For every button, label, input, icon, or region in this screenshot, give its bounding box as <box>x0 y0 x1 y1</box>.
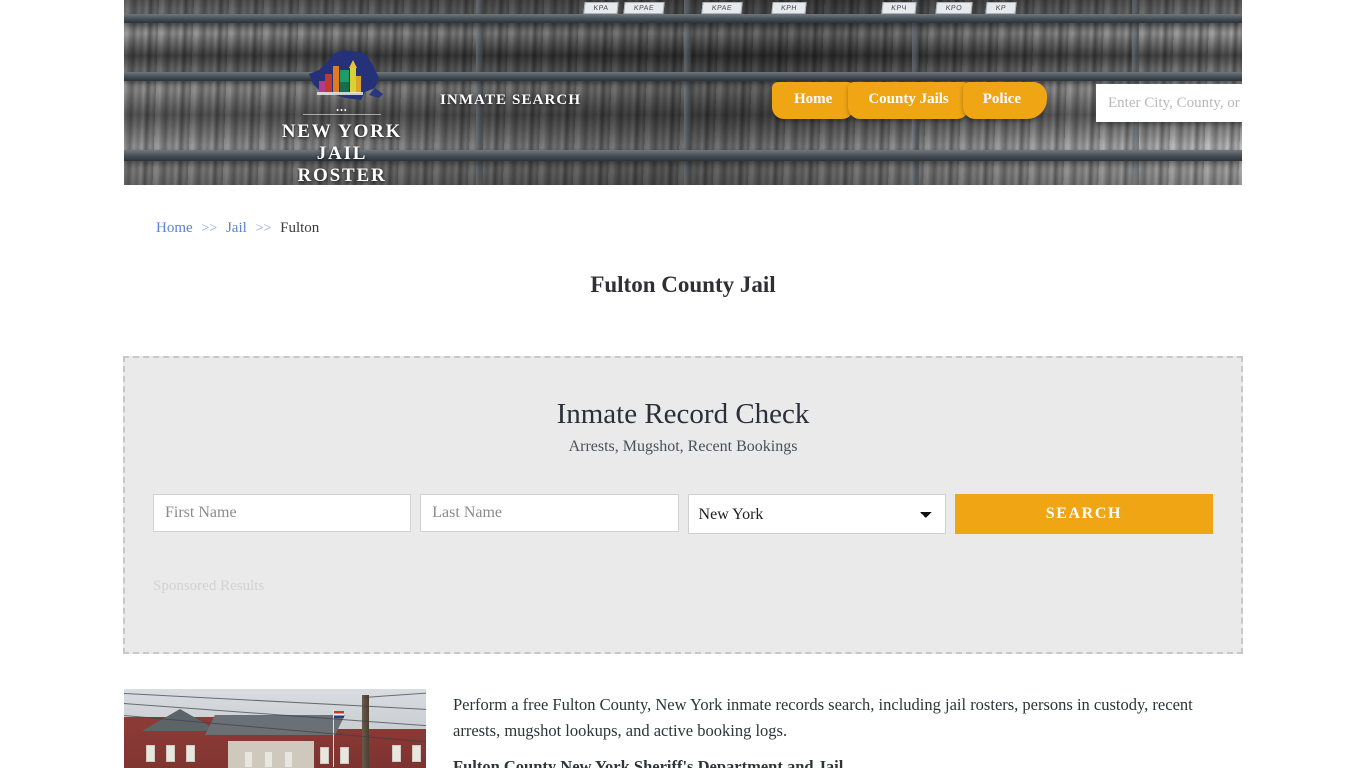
site-logo[interactable]: NEW YORK JAIL ROSTER <box>279 48 405 185</box>
shelf-tag: KPAE <box>623 2 665 14</box>
inmate-search-button[interactable]: SEARCH <box>954 494 1213 534</box>
breadcrumb: Home >> Jail >> Fulton <box>156 220 319 237</box>
photo-window <box>186 745 195 762</box>
photo-window <box>166 745 175 762</box>
section-subheading: Fulton County New York Sheriff's Departm… <box>453 757 844 768</box>
logo-divider <box>303 114 381 115</box>
jail-building-photo <box>124 689 426 768</box>
breadcrumb-separator: >> <box>201 221 218 236</box>
photo-window <box>320 747 329 764</box>
record-check-subtitle: Arrests, Mugshot, Recent Bookings <box>568 438 798 455</box>
logo-line-2: JAIL ROSTER <box>297 143 387 185</box>
shelf-tag: KPO <box>935 2 973 14</box>
record-check-title: Inmate Record Check <box>556 398 810 430</box>
site-header: KPA KPAE KPAE KPH KPЧ KPO KP ••• NEW YOR… <box>124 0 1242 185</box>
shelf-tag: KPAE <box>701 2 743 14</box>
shelf-tag: KPA <box>583 2 619 14</box>
shelf-tag: KP <box>985 2 1017 14</box>
header-search-bar <box>1096 84 1242 122</box>
breadcrumb-link-jail[interactable]: Jail <box>226 220 247 236</box>
breadcrumb-current-fulton: Fulton <box>280 220 320 236</box>
photo-window <box>146 745 155 762</box>
header-tagline: INMATE SEARCH <box>440 92 582 108</box>
intro-paragraph: Perform a free Fulton County, New York i… <box>453 695 1193 740</box>
nav-item-police[interactable]: Police <box>962 82 1048 119</box>
header-search-input[interactable] <box>1096 84 1242 122</box>
nav-item-home[interactable]: Home <box>772 82 855 119</box>
shelf-bar <box>124 14 1242 23</box>
photo-window <box>340 747 349 764</box>
photo-window <box>412 745 421 762</box>
last-name-input[interactable] <box>420 494 679 532</box>
page-root: KPA KPAE KPAE KPH KPЧ KPO KP ••• NEW YOR… <box>0 0 1366 768</box>
photo-window <box>264 751 273 768</box>
photo-window <box>392 745 401 762</box>
shelf-tag: KPH <box>771 2 807 14</box>
logo-line-1: NEW YORK <box>281 121 403 142</box>
main-navigation: Home County Jails Police <box>772 82 1048 119</box>
new-york-state-outline-icon <box>299 48 385 110</box>
photo-window <box>284 751 293 768</box>
inmate-record-check-panel: Inmate Record Check Arrests, Mugshot, Re… <box>123 356 1243 654</box>
photo-window <box>244 751 253 768</box>
breadcrumb-link-home[interactable]: Home <box>156 220 193 236</box>
breadcrumb-separator: >> <box>255 221 272 236</box>
state-select[interactable]: New York <box>687 494 946 534</box>
first-name-input[interactable] <box>153 494 412 532</box>
inmate-search-form: New York SEARCH <box>153 494 1213 534</box>
page-title: Fulton County Jail <box>590 272 776 297</box>
nav-item-county-jails[interactable]: County Jails <box>848 82 969 119</box>
shelf-tag: KPЧ <box>881 2 917 14</box>
sponsored-results-label: Sponsored Results <box>153 578 265 594</box>
